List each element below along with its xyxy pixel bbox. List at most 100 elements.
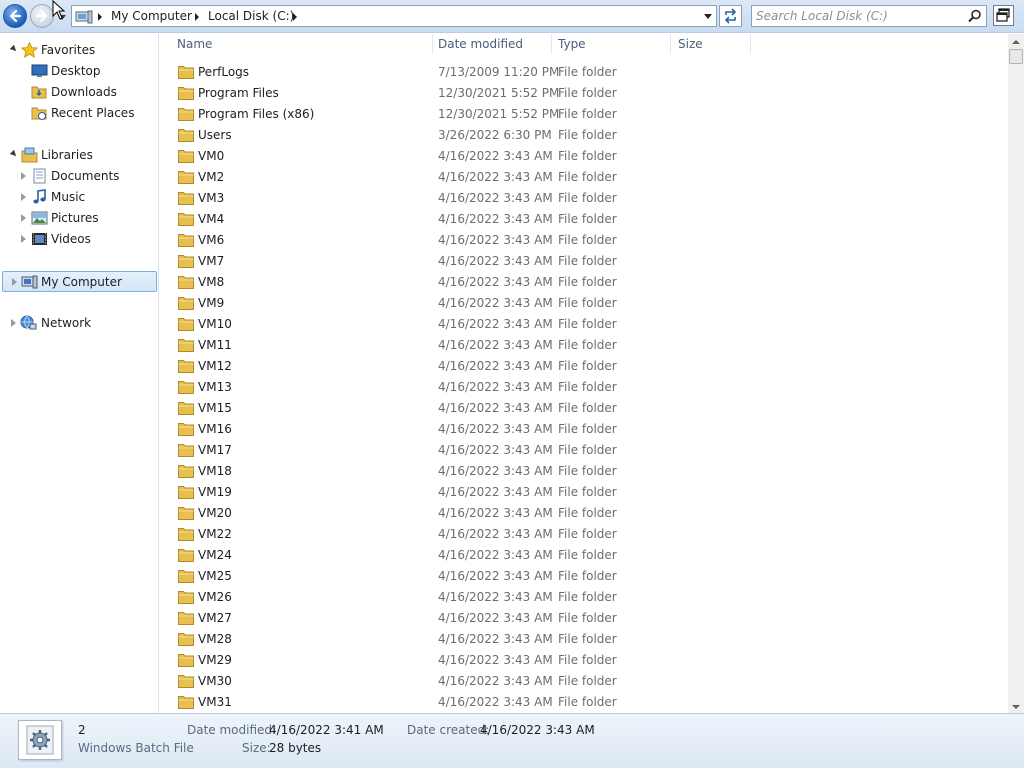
scrollbar-thumb[interactable] <box>1009 49 1023 64</box>
search-icon[interactable] <box>968 9 982 23</box>
file-row[interactable]: VM26 4/16/2022 3:43 AM File folder <box>160 587 1008 608</box>
expand-arrow-icon[interactable] <box>21 235 26 243</box>
column-header-date-modified[interactable]: Date modified <box>438 37 523 51</box>
file-row[interactable]: VM24 4/16/2022 3:43 AM File folder <box>160 545 1008 566</box>
file-name: VM29 <box>198 653 232 667</box>
nav-item-desktop[interactable]: Desktop <box>0 61 158 81</box>
file-date-modified: 4/16/2022 3:43 AM <box>438 149 553 163</box>
batch-file-icon <box>18 720 62 760</box>
address-bar[interactable]: My Computer Local Disk (C:) <box>71 5 717 27</box>
file-row[interactable]: Users 3/26/2022 6:30 PM File folder <box>160 125 1008 146</box>
breadcrumb-separator-icon[interactable] <box>98 13 102 21</box>
restore-window-button[interactable] <box>993 5 1014 26</box>
nav-item-label: Documents <box>51 169 120 183</box>
videos-icon <box>32 233 47 245</box>
column-divider[interactable] <box>551 34 552 54</box>
expand-arrow-icon[interactable] <box>21 193 26 201</box>
file-type: File folder <box>558 212 617 226</box>
expand-arrow-icon[interactable] <box>12 278 17 286</box>
column-header-type[interactable]: Type <box>558 37 586 51</box>
nav-item-label: Recent Places <box>51 106 135 120</box>
file-row[interactable]: VM29 4/16/2022 3:43 AM File folder <box>160 650 1008 671</box>
column-header-size[interactable]: Size <box>678 37 703 51</box>
scroll-up-arrow-icon[interactable] <box>1012 40 1020 44</box>
file-row[interactable]: VM30 4/16/2022 3:43 AM File folder <box>160 671 1008 692</box>
details-pane: 2 Windows Batch File Date modified: 4/16… <box>0 713 1024 768</box>
nav-item-downloads[interactable]: Downloads <box>0 82 158 102</box>
file-row[interactable]: Program Files 12/30/2021 5:52 PM File fold… <box>160 83 1008 104</box>
file-row[interactable]: VM2 4/16/2022 3:43 AM File folder <box>160 167 1008 188</box>
file-row[interactable]: VM3 4/16/2022 3:43 AM File folder <box>160 188 1008 209</box>
file-name: VM27 <box>198 611 232 625</box>
expand-arrow-icon[interactable] <box>11 319 16 327</box>
folder-icon <box>178 549 194 562</box>
file-type: File folder <box>558 611 617 625</box>
folder-icon <box>178 633 194 646</box>
breadcrumb-local-disk[interactable]: Local Disk (C:) <box>208 9 294 23</box>
address-history-dropdown-icon[interactable] <box>704 14 712 19</box>
folder-icon <box>178 234 194 247</box>
documents-icon <box>33 168 46 184</box>
file-type: File folder <box>558 317 617 331</box>
file-name: Program Files (x86) <box>198 107 315 121</box>
folder-icon <box>178 213 194 226</box>
file-row[interactable]: VM25 4/16/2022 3:43 AM File folder <box>160 566 1008 587</box>
file-row[interactable]: VM13 4/16/2022 3:43 AM File folder <box>160 377 1008 398</box>
file-row[interactable]: VM7 4/16/2022 3:43 AM File folder <box>160 251 1008 272</box>
collapse-arrow-icon[interactable] <box>9 149 19 159</box>
refresh-button[interactable] <box>719 5 742 27</box>
nav-item-videos[interactable]: Videos <box>0 229 158 249</box>
breadcrumb-separator-icon[interactable] <box>195 13 199 21</box>
file-row[interactable]: VM18 4/16/2022 3:43 AM File folder <box>160 461 1008 482</box>
column-header-row: Name Date modified Type Size <box>160 34 1008 54</box>
arrow-right-icon <box>35 9 48 23</box>
back-button[interactable] <box>3 4 27 28</box>
breadcrumb-my-computer[interactable]: My Computer <box>111 9 192 23</box>
nav-item-network[interactable]: Network <box>0 313 158 333</box>
file-row[interactable]: VM10 4/16/2022 3:43 AM File folder <box>160 314 1008 335</box>
folder-icon <box>178 381 194 394</box>
nav-libraries[interactable]: Libraries <box>0 145 158 165</box>
file-row[interactable]: VM28 4/16/2022 3:43 AM File folder <box>160 629 1008 650</box>
column-divider[interactable] <box>750 34 751 54</box>
file-row[interactable]: VM31 4/16/2022 3:43 AM File folder <box>160 692 1008 713</box>
breadcrumb-separator-icon[interactable] <box>293 13 297 21</box>
file-row[interactable]: VM19 4/16/2022 3:43 AM File folder <box>160 482 1008 503</box>
column-header-name[interactable]: Name <box>177 37 212 51</box>
expand-arrow-icon[interactable] <box>21 214 26 222</box>
column-divider[interactable] <box>670 34 671 54</box>
collapse-arrow-icon[interactable] <box>9 44 19 54</box>
vertical-scrollbar[interactable] <box>1008 34 1024 713</box>
column-divider[interactable] <box>432 34 433 54</box>
file-row[interactable]: Program Files (x86) 12/30/2021 5:52 PM Fil… <box>160 104 1008 125</box>
file-row[interactable]: VM9 4/16/2022 3:43 AM File folder <box>160 293 1008 314</box>
nav-item-documents[interactable]: Documents <box>0 166 158 186</box>
file-name: VM18 <box>198 464 232 478</box>
scroll-down-arrow-icon[interactable] <box>1012 705 1020 709</box>
file-row[interactable]: VM27 4/16/2022 3:43 AM File folder <box>160 608 1008 629</box>
file-row[interactable]: VM16 4/16/2022 3:43 AM File folder <box>160 419 1008 440</box>
file-row[interactable]: PerfLogs 7/13/2009 11:20 PM File folder <box>160 62 1008 83</box>
file-date-modified: 4/16/2022 3:43 AM <box>438 611 553 625</box>
file-row[interactable]: VM15 4/16/2022 3:43 AM File folder <box>160 398 1008 419</box>
file-row[interactable]: VM11 4/16/2022 3:43 AM File folder <box>160 335 1008 356</box>
nav-item-recent-places[interactable]: Recent Places <box>0 103 158 123</box>
forward-button[interactable] <box>30 4 54 28</box>
libraries-icon <box>21 147 38 163</box>
nav-item-pictures[interactable]: Pictures <box>0 208 158 228</box>
search-input[interactable] <box>756 8 961 24</box>
file-row[interactable]: VM8 4/16/2022 3:43 AM File folder <box>160 272 1008 293</box>
refresh-icon <box>724 8 737 24</box>
file-row[interactable]: VM6 4/16/2022 3:43 AM File folder <box>160 230 1008 251</box>
nav-item-label: Desktop <box>51 64 101 78</box>
file-row[interactable]: VM17 4/16/2022 3:43 AM File folder <box>160 440 1008 461</box>
file-row[interactable]: VM4 4/16/2022 3:43 AM File folder <box>160 209 1008 230</box>
file-row[interactable]: VM20 4/16/2022 3:43 AM File folder <box>160 503 1008 524</box>
file-row[interactable]: VM0 4/16/2022 3:43 AM File folder <box>160 146 1008 167</box>
expand-arrow-icon[interactable] <box>21 172 26 180</box>
file-row[interactable]: VM22 4/16/2022 3:43 AM File folder <box>160 524 1008 545</box>
nav-favorites[interactable]: Favorites <box>0 40 158 60</box>
nav-item-my-computer[interactable]: My Computer <box>2 271 157 292</box>
file-row[interactable]: VM12 4/16/2022 3:43 AM File folder <box>160 356 1008 377</box>
nav-item-music[interactable]: Music <box>0 187 158 207</box>
